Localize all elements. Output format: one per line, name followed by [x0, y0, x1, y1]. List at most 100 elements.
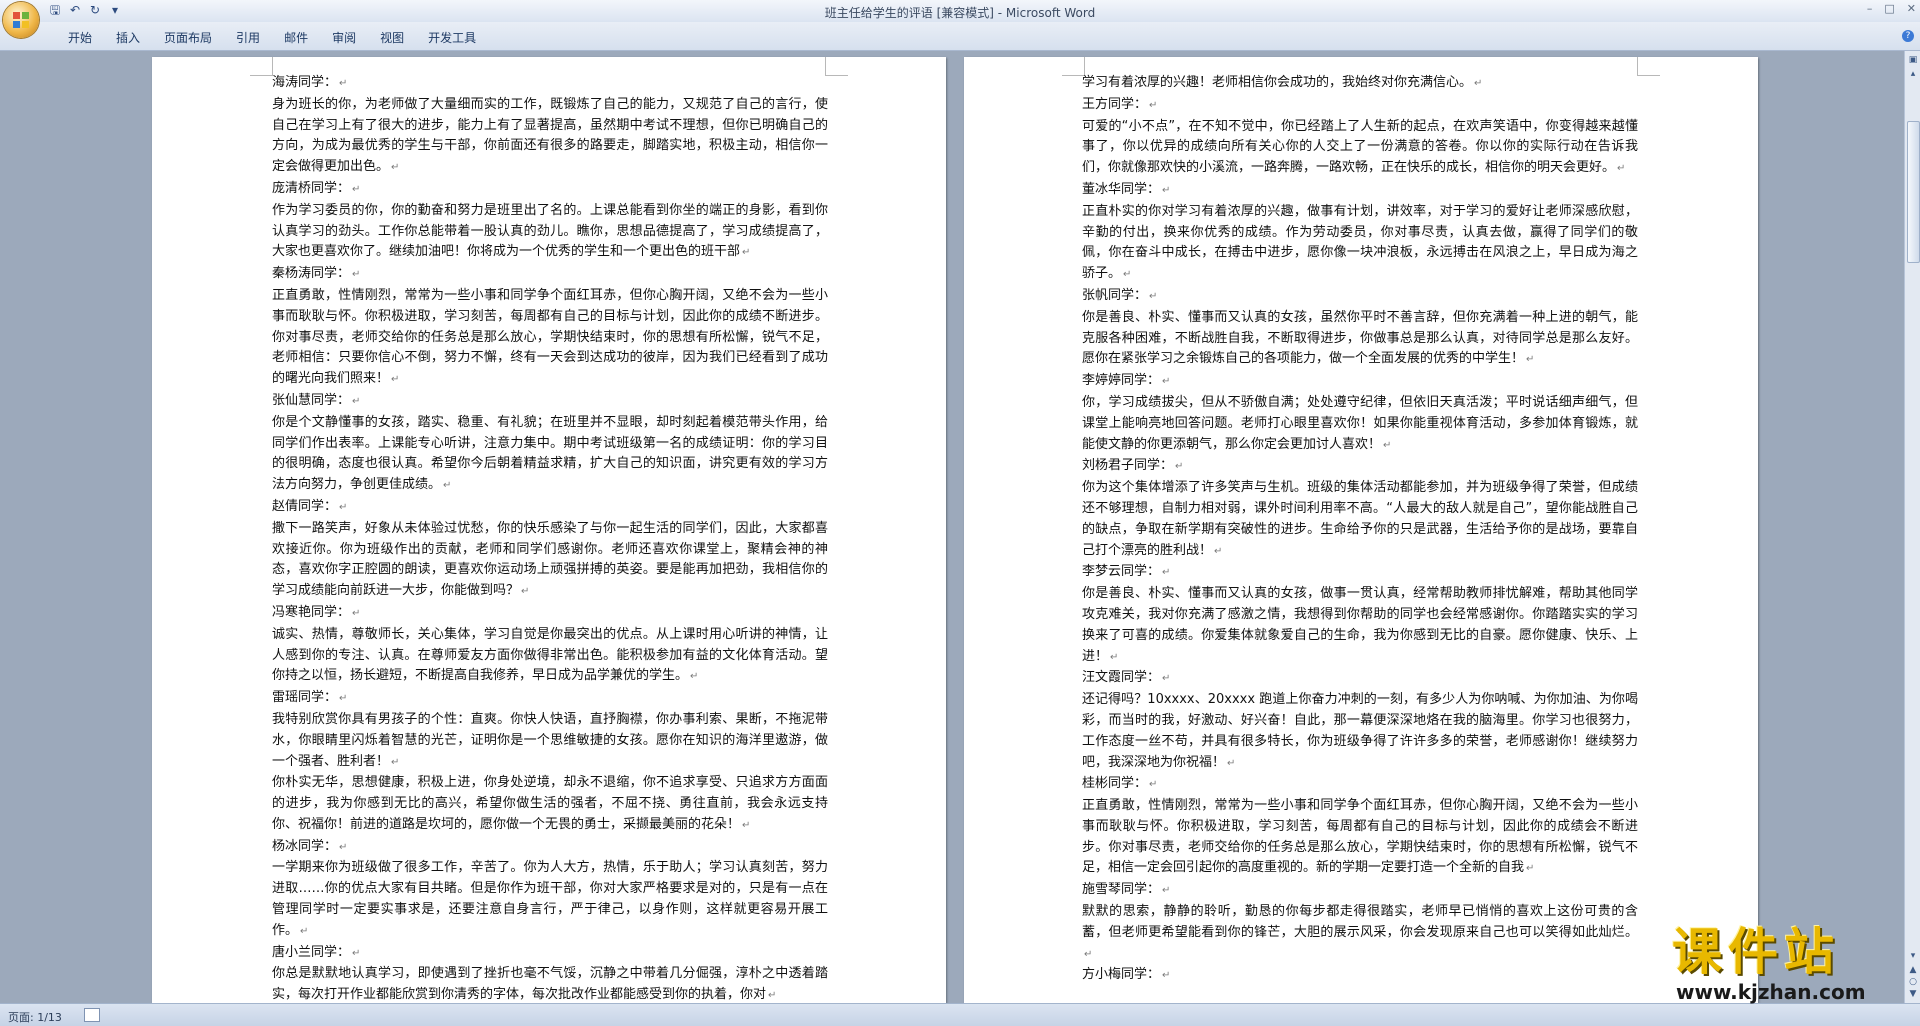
paragraph-mark-icon: ↵ — [1084, 948, 1093, 960]
paragraph-text: 撒下一路笑声，好象从未体验过忧愁，你的快乐感染了与你一起生活的同学们，因此，大家… — [272, 520, 828, 599]
office-button[interactable] — [3, 2, 39, 38]
comment-paragraph: 诚实、热情，尊敬师长，关心集体，学习自觉是你最突出的优点。从上课时用心听讲的神情… — [272, 625, 828, 688]
next-page-icon[interactable]: ▼ — [1908, 989, 1918, 999]
paragraph-mark-icon: ↵ — [339, 501, 348, 513]
margin-corner-mark — [1637, 57, 1660, 76]
watermark-logo: 课件站 www.kjzhan.com — [1672, 924, 1904, 1004]
student-name-heading: 雷瑶同学： ↵ — [272, 688, 828, 710]
save-icon[interactable]: 🖫 — [48, 3, 62, 17]
paragraph-mark-icon: ↵ — [300, 925, 309, 937]
student-name-heading: 方小梅同学： ↵ — [1082, 965, 1638, 987]
tab-home[interactable]: 开始 — [56, 29, 104, 46]
student-name-heading: 唐小兰同学： ↵ — [272, 943, 828, 965]
tab-developer[interactable]: 开发工具 — [416, 29, 488, 46]
paragraph-mark-icon: ↵ — [443, 480, 452, 492]
document-text[interactable]: 海涛同学： ↵ 身为班长的你，为老师做了大量细而实的工作，既锻炼了自己的能力，又规范… — [272, 73, 828, 1003]
tab-review[interactable]: 审阅 — [320, 29, 368, 46]
margin-corner-mark — [825, 57, 848, 76]
paragraph-mark-icon: ↵ — [521, 586, 530, 598]
paragraph-text: 还记得吗？10xxxx、20xxxx 跑道上你奋力冲刺的一刻，有多少人为你呐喊、… — [1082, 692, 1638, 770]
tab-view[interactable]: 视图 — [368, 29, 416, 46]
margin-corner-mark — [250, 57, 273, 76]
ruler-toggle-icon[interactable]: ▣ — [1908, 55, 1918, 65]
paragraph-text: 张仙慧同学： — [272, 392, 351, 408]
paragraph-mark-icon: ↵ — [1123, 269, 1132, 281]
vertical-scrollbar[interactable]: ▣ ▴ ▾ ▲ ○ ▼ — [1904, 51, 1920, 1003]
comment-paragraph: 还记得吗？10xxxx、20xxxx 跑道上你奋力冲刺的一刻，有多少人为你呐喊、… — [1082, 690, 1638, 774]
paragraph-text: 你，学习成绩拔尖，但从不骄傲自满；处处遵守纪律，但依旧天真活泼；平时说话细声细气… — [1082, 394, 1638, 452]
tab-page-layout[interactable]: 页面布局 — [152, 29, 224, 46]
scroll-down-icon[interactable]: ▾ — [1908, 951, 1918, 961]
paragraph-text: 李梦云同学： — [1082, 564, 1161, 580]
paragraph-text: 杨冰同学： — [272, 838, 338, 854]
comment-paragraph: 一学期来你为班级做了很多工作，辛苦了。你为人大方，热情，乐于助人；学习认真刻苦，… — [272, 858, 828, 942]
paragraph-mark-icon: ↵ — [391, 756, 400, 768]
tab-mailings[interactable]: 邮件 — [272, 29, 320, 46]
scroll-up-icon[interactable]: ▴ — [1908, 69, 1918, 79]
paragraph-text: 默默的思索，静静的聆听，勤恳的你每步都走得很踏实，老师早已悄悄的喜欢上这份可贵的… — [1082, 904, 1638, 940]
paragraph-text: 一学期来你为班级做了很多工作，辛苦了。你为人大方，热情，乐于助人；学习认真刻苦，… — [272, 860, 828, 938]
paragraph-mark-icon: ↵ — [339, 78, 348, 89]
paragraph-mark-icon: ↵ — [1526, 354, 1535, 366]
paragraph-text: 张帆同学： — [1082, 287, 1148, 303]
watermark-text: 课件站 — [1672, 923, 1840, 981]
comment-paragraph: 默默的思索，静静的聆听，勤恳的你每步都走得很踏实，老师早已悄悄的喜欢上这份可贵的… — [1082, 902, 1638, 965]
comment-paragraph: 你是善良、朴实、懂事而又认真的女孩，做事一贯认真，经常帮助教师排忧解难，帮助其他… — [1082, 584, 1638, 668]
student-name-heading: 桂彬同学： ↵ — [1082, 774, 1638, 796]
paragraph-text: 可爱的“小不点”，在不知不觉中，你已经踏上了人生新的起点，在欢声笑语中，你变得越… — [1082, 118, 1638, 176]
comment-paragraph: 可爱的“小不点”，在不知不觉中，你已经踏上了人生新的起点，在欢声笑语中，你变得越… — [1082, 117, 1638, 180]
paragraph-text: 你为这个集体增添了许多笑声与生机。班级的集体活动都能参加，并为班级争得了荣誉，但… — [1082, 480, 1638, 558]
minimize-icon[interactable]: – — [1867, 2, 1873, 15]
paragraph-mark-icon: ↵ — [352, 947, 361, 959]
paragraph-mark-icon: ↵ — [1149, 99, 1158, 111]
comment-paragraph: 你是个文静懂事的女孩，踏实、稳重、有礼貌；在班里并不显眼，却时刻起着模范带头作用… — [272, 413, 828, 497]
paragraph-text: 施雪琴同学： — [1082, 882, 1161, 898]
student-name-heading: 秦杨涛同学： ↵ — [272, 264, 828, 286]
watermark-url: www.kjzhan.com — [1676, 980, 1866, 1004]
student-name-heading: 冯寒艳同学： ↵ — [272, 603, 828, 625]
student-name-heading: 张帆同学： ↵ — [1082, 286, 1638, 308]
ribbon-tabs: 开始 插入 页面布局 引用 邮件 审阅 视图 开发工具 — [56, 29, 488, 46]
paragraph-mark-icon: ↵ — [391, 374, 400, 386]
paragraph-text: 诚实、热情，尊敬师长，关心集体，学习自觉是你最突出的优点。从上课时用心听讲的神情… — [272, 626, 828, 684]
paragraph-text: 我特别欣赏你具有男孩子的个性：直爽。你快人快语，直抒胸襟，你办事利索、果断，不拖… — [272, 711, 828, 769]
paragraph-text: 方小梅同学： — [1082, 967, 1161, 983]
window-title: 班主任给学生的评语 [兼容模式] - Microsoft Word — [824, 6, 1096, 20]
paragraph-text: 正直勇敢，性情刚烈，常常为一些小事和同学争个面红耳赤，但你心胸开阔，又绝不会为一… — [1082, 798, 1638, 876]
student-name-heading: 李梦云同学： ↵ — [1082, 562, 1638, 584]
paragraph-text: 李婷婷同学： — [1082, 373, 1161, 389]
page-indicator[interactable]: 页面: 1/13 — [8, 1009, 62, 1025]
paragraph-mark-icon: ↵ — [1474, 78, 1483, 89]
document-page-right: 学习有着浓厚的兴趣！老师相信你会成功的，我始终对你充满信心。 ↵ 王方同学： ↵ 可爱的… — [964, 57, 1758, 1003]
paragraph-mark-icon: ↵ — [1617, 163, 1626, 175]
scrollbar-thumb[interactable] — [1907, 121, 1920, 263]
undo-icon[interactable]: ↶ — [68, 3, 82, 17]
paragraph-mark-icon: ↵ — [352, 395, 361, 407]
tab-references[interactable]: 引用 — [224, 29, 272, 46]
paragraph-mark-icon: ↵ — [1162, 184, 1171, 196]
maximize-icon[interactable]: □ — [1884, 2, 1894, 15]
student-name-heading: 李婷婷同学： ↵ — [1082, 371, 1638, 393]
paragraph-text: 身为班长的你，为老师做了大量细而实的工作，既锻炼了自己的能力，又规范了自己的言行… — [272, 96, 828, 175]
paragraph-mark-icon: ↵ — [742, 247, 751, 259]
browse-object-icon[interactable]: ○ — [1908, 977, 1918, 987]
paragraph-text: 庞清桥同学： — [272, 180, 351, 196]
customize-icon[interactable]: ▾ — [108, 3, 122, 17]
paragraph-mark-icon: ↵ — [1383, 439, 1392, 451]
previous-page-icon[interactable]: ▲ — [1908, 965, 1918, 975]
help-icon[interactable]: ? — [1902, 30, 1914, 42]
paragraph-mark-icon: ↵ — [1162, 970, 1171, 982]
document-text[interactable]: 学习有着浓厚的兴趣！老师相信你会成功的，我始终对你充满信心。 ↵ 王方同学： ↵ 可爱的… — [1082, 73, 1638, 987]
paragraph-text: 冯寒艳同学： — [272, 604, 351, 620]
paragraph-text: 汪文霞同学： — [1082, 670, 1161, 686]
close-icon[interactable]: ✕ — [1907, 2, 1916, 15]
tab-insert[interactable]: 插入 — [104, 29, 152, 46]
comment-paragraph: 学习有着浓厚的兴趣！老师相信你会成功的，我始终对你充满信心。 ↵ — [1082, 73, 1638, 95]
redo-icon[interactable]: ↻ — [88, 3, 102, 17]
paragraph-mark-icon: ↵ — [1162, 567, 1171, 579]
paragraph-mark-icon: ↵ — [768, 990, 777, 1002]
paragraph-mark-icon: ↵ — [1526, 863, 1535, 875]
comment-paragraph: 你朴实无华，思想健康，积极上进，你身处逆境，却永不退缩，你不追求享受、只追求方方… — [272, 773, 828, 836]
paragraph-mark-icon: ↵ — [1149, 779, 1158, 791]
proofing-icon[interactable] — [84, 1008, 100, 1022]
